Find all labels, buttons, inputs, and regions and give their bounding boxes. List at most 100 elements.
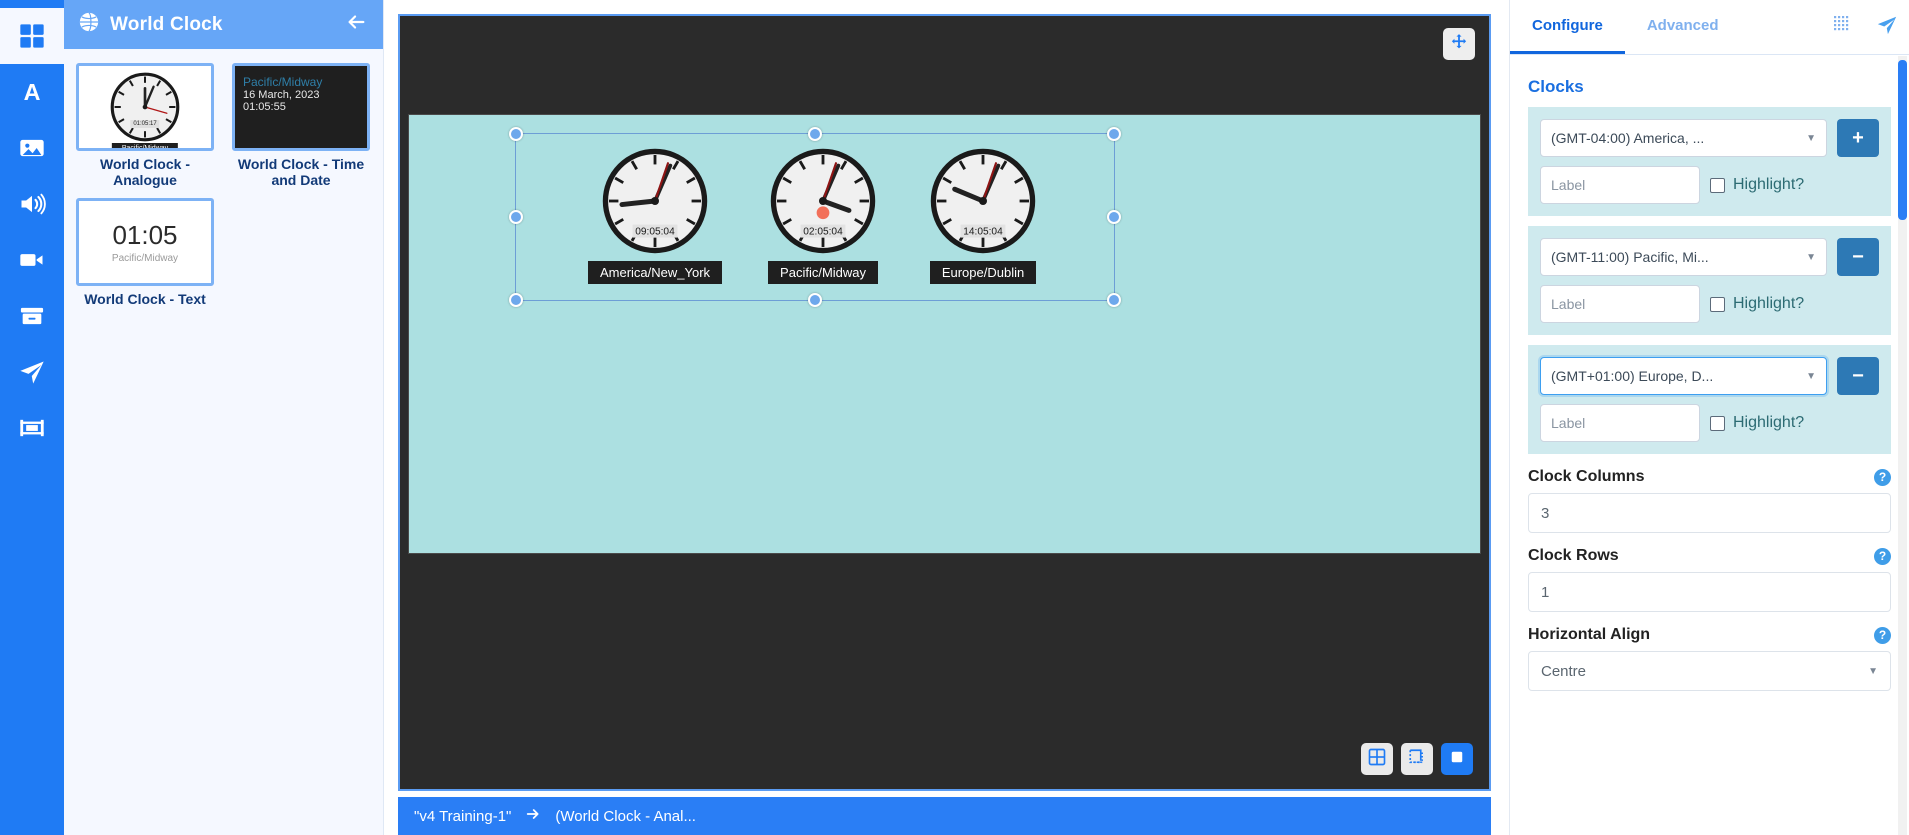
help-icon[interactable]: ? [1874, 469, 1891, 486]
clock-columns-field[interactable]: 3 [1528, 493, 1891, 533]
clock-config-card: (GMT-04:00) America, ... ▼ + Label Highl… [1528, 107, 1891, 216]
rail-item-publish[interactable] [0, 344, 64, 400]
chevron-down-icon: ▼ [1806, 133, 1816, 144]
clock-timezone-label: Europe/Dublin [930, 261, 1036, 284]
resize-handle-top-right[interactable] [1107, 127, 1121, 141]
analogue-clock-face: 09:05:04 [596, 142, 714, 260]
rail-item-audio[interactable] [0, 176, 64, 232]
help-icon[interactable]: ? [1874, 627, 1891, 644]
arrow-right-icon [523, 806, 543, 826]
timezone-select-value: (GMT-11:00) Pacific, Mi... [1551, 249, 1709, 265]
preview-timezone: Pacific/Midway [112, 253, 178, 264]
tab-appearance[interactable] [1821, 0, 1865, 54]
library-item-caption: World Clock - Time and Date [232, 156, 370, 188]
preview-time: 01:05 [112, 220, 178, 251]
timezone-select[interactable]: (GMT-11:00) Pacific, Mi... ▼ [1540, 238, 1827, 276]
resize-handle-middle-left[interactable] [509, 210, 523, 224]
properties-panel: Configure Advanced [1509, 0, 1909, 835]
grid-toggle-button[interactable] [1361, 743, 1393, 775]
highlight-toggle[interactable]: Highlight? [1710, 176, 1804, 194]
mini-clock-timezone: Pacific/Midway [112, 143, 178, 151]
highlight-toggle[interactable]: Highlight? [1710, 295, 1804, 313]
clock-row: 09:05:04 America/New_York [516, 134, 1114, 284]
globe-icon [78, 11, 100, 38]
clock-label-input[interactable]: Label [1540, 285, 1700, 323]
library-item-text[interactable]: 01:05 Pacific/Midway World Clock - Text [76, 198, 214, 307]
tab-label: Configure [1532, 17, 1603, 34]
field-label: Clock Columns [1528, 468, 1644, 486]
clock-config-card: (GMT-11:00) Pacific, Mi... ▼ − Label Hig… [1528, 226, 1891, 335]
clock-widget[interactable]: 02:05:04 Pacific/Midway [764, 142, 882, 284]
archive-icon [18, 302, 46, 330]
move-icon [1450, 33, 1468, 56]
arrow-left-icon [345, 11, 367, 38]
chevron-down-icon: ▼ [1806, 371, 1816, 382]
clock-widget[interactable]: 09:05:04 America/New_York [588, 142, 722, 284]
widget-icon [18, 414, 46, 442]
chevron-down-icon: ▼ [1806, 252, 1816, 263]
module-rail: A [0, 0, 64, 835]
resize-handle-middle-right[interactable] [1107, 210, 1121, 224]
remove-clock-button[interactable]: − [1837, 238, 1879, 276]
clock-time-text: 02:05:04 [803, 227, 843, 238]
library-item-analogue[interactable]: 01:05:17 Pacific/Midway World Clock - An… [76, 63, 214, 188]
tab-configure[interactable]: Configure [1510, 0, 1625, 54]
highlight-checkbox[interactable] [1710, 297, 1725, 312]
resize-handle-bottom-left[interactable] [509, 293, 523, 307]
resize-handle-bottom-right[interactable] [1107, 293, 1121, 307]
resize-handle-bottom-center[interactable] [808, 293, 822, 307]
svg-text:A: A [24, 79, 41, 105]
layout-editor: 09:05:04 America/New_York [384, 0, 1509, 835]
rail-item-video[interactable] [0, 232, 64, 288]
properties-tabs: Configure Advanced [1510, 0, 1909, 55]
horizontal-align-field[interactable]: Centre ▼ [1528, 651, 1891, 691]
tab-publish[interactable] [1865, 0, 1909, 54]
rail-item-widget[interactable] [0, 400, 64, 456]
thumbnail-preview: 01:05 Pacific/Midway [76, 198, 214, 286]
rail-item-image[interactable] [0, 120, 64, 176]
move-region-handle[interactable] [1443, 28, 1475, 60]
timezone-select[interactable]: (GMT+01:00) Europe, D... ▼ [1540, 357, 1827, 395]
add-clock-button[interactable]: + [1837, 119, 1879, 157]
mini-clock: 01:05:17 Pacific/Midway [106, 68, 184, 146]
collapse-panel-button[interactable] [343, 12, 369, 38]
highlight-checkbox[interactable] [1710, 178, 1725, 193]
send-icon [1876, 14, 1898, 41]
highlight-toggle[interactable]: Highlight? [1710, 414, 1804, 432]
rail-item-text[interactable]: A [0, 64, 64, 120]
rail-item-archive[interactable] [0, 288, 64, 344]
highlight-label: Highlight? [1733, 414, 1804, 432]
breadcrumb-layout-name[interactable]: "v4 Training-1" [414, 808, 511, 825]
clock-label-input[interactable]: Label [1540, 404, 1700, 442]
field-label: Horizontal Align [1528, 626, 1650, 644]
help-icon[interactable]: ? [1874, 548, 1891, 565]
horizontal-align-value: Centre [1541, 663, 1586, 680]
resize-handle-top-center[interactable] [808, 127, 822, 141]
region-canvas[interactable]: 09:05:04 America/New_York [408, 114, 1481, 554]
clock-widget[interactable]: 14:05:04 Europe/Dublin [924, 142, 1042, 284]
widget-selection-box[interactable]: 09:05:04 America/New_York [515, 133, 1115, 301]
tab-advanced[interactable]: Advanced [1625, 0, 1741, 54]
clock-columns-label-row: Clock Columns ? [1528, 468, 1891, 486]
highlight-label: Highlight? [1733, 176, 1804, 194]
clock-label-input[interactable]: Label [1540, 166, 1700, 204]
clock-rows-field[interactable]: 1 [1528, 572, 1891, 612]
rail-item-layouts[interactable] [0, 8, 64, 64]
remove-clock-button[interactable]: − [1837, 357, 1879, 395]
clock-config-card: (GMT+01:00) Europe, D... ▼ − Label Highl… [1528, 345, 1891, 454]
grid-dots-icon [1833, 15, 1853, 40]
timezone-select[interactable]: (GMT-04:00) America, ... ▼ [1540, 119, 1827, 157]
fit-view-button[interactable] [1441, 743, 1473, 775]
panel-scrollbar-thumb[interactable] [1898, 60, 1907, 220]
breadcrumb-widget-name[interactable]: (World Clock - Anal... [555, 808, 696, 825]
library-item-time-and-date[interactable]: Pacific/Midway 16 March, 2023 01:05:55 W… [232, 63, 370, 188]
section-title-clocks: Clocks [1528, 77, 1891, 97]
editor-stage[interactable]: 09:05:04 America/New_York [398, 14, 1491, 791]
highlight-checkbox[interactable] [1710, 416, 1725, 431]
video-icon [18, 246, 46, 274]
audio-icon [18, 190, 46, 218]
resize-handle-top-left[interactable] [509, 127, 523, 141]
text-icon: A [18, 78, 46, 106]
thumbnail-preview: Pacific/Midway 16 March, 2023 01:05:55 [232, 63, 370, 151]
snap-region-button[interactable] [1401, 743, 1433, 775]
